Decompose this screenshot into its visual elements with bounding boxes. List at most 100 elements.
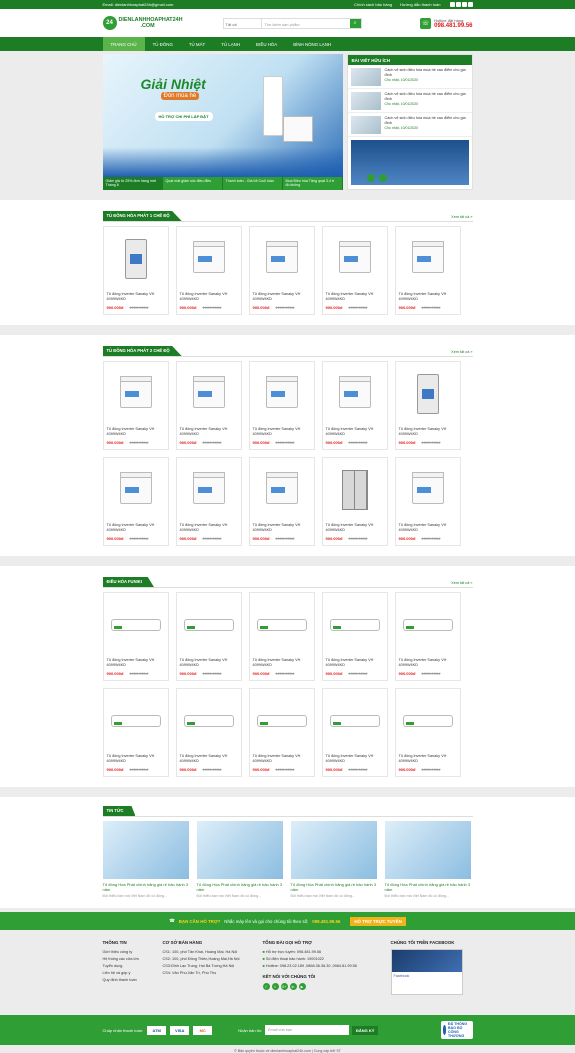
product-name[interactable]: Tủ đông Inverter Sanaky VH 4099W4KD <box>107 292 165 302</box>
product-image[interactable] <box>180 365 238 423</box>
product-image[interactable] <box>399 230 457 288</box>
product-name[interactable]: Tủ đông Inverter Sanaky VH 4099W4KD <box>180 427 238 437</box>
search-input[interactable]: Tìm kiếm sản phẩm <box>262 19 350 28</box>
view-all-link[interactable]: Xem tất cả » <box>451 350 472 356</box>
news-title[interactable]: Tủ đông Hòa Phát chính hãng giá rẻ bảo h… <box>197 882 283 892</box>
product-card[interactable]: Tủ đông Inverter Sanaky VH 4099W4KD 900.0… <box>175 361 242 450</box>
product-image[interactable] <box>399 461 457 519</box>
sidebar-post[interactable]: Cách vệ sinh điều hòa mùa hè cao điểm ch… <box>347 89 472 113</box>
news-card[interactable]: Tủ đông Hòa Phát chính hãng giá rẻ bảo h… <box>196 821 283 898</box>
product-name[interactable]: Tủ đông Inverter Sanaky VH 4099W4KD <box>326 754 384 764</box>
post-thumbnail[interactable] <box>350 68 381 86</box>
product-image[interactable] <box>180 692 238 750</box>
product-name[interactable]: Tủ đông Inverter Sanaky VH 4099W4KD <box>326 658 384 668</box>
footer-info-link[interactable]: Tuyển dụng <box>103 963 155 970</box>
product-card[interactable]: Tủ đông Inverter Sanaky VH 4099W4KD 900.0… <box>248 592 315 681</box>
news-image[interactable] <box>102 821 189 879</box>
product-card[interactable]: Tủ đông Inverter Sanaky VH 4099W4KD 900.0… <box>394 226 461 315</box>
product-card[interactable]: Tủ đông Inverter Sanaky VH 4099W4KD 900.0… <box>175 457 242 546</box>
product-image[interactable] <box>253 461 311 519</box>
product-name[interactable]: Tủ đông Inverter Sanaky VH 4099W4KD <box>326 292 384 302</box>
search-button[interactable]: ⌕ <box>349 18 361 28</box>
product-name[interactable]: Tủ đông Inverter Sanaky VH 4099W4KD <box>107 658 165 668</box>
sidebar-post[interactable]: Cách vệ sinh điều hòa mùa hè cao điểm ch… <box>347 113 472 137</box>
product-card[interactable]: Tủ đông Inverter Sanaky VH 4099W4KD 900.0… <box>394 592 461 681</box>
product-card[interactable]: Tủ đông Inverter Sanaky VH 4099W4KD 900.0… <box>321 226 388 315</box>
footer-support-item[interactable]: ■ Hotline: 098.23.02.189 ,0868.36.36.30 … <box>263 963 383 970</box>
product-card[interactable]: Tủ đông Inverter Sanaky VH 4099W4KD 900.0… <box>248 688 315 777</box>
product-image[interactable] <box>180 596 238 654</box>
product-image[interactable] <box>326 461 384 519</box>
footer-store-item[interactable]: CS4: Văn Phú,Văn Trì, Phú Thọ <box>163 970 255 977</box>
news-image[interactable] <box>290 821 377 879</box>
nav-coolers[interactable]: TỦ MÁT <box>181 37 213 51</box>
product-image[interactable] <box>180 230 238 288</box>
product-name[interactable]: Tủ đông Inverter Sanaky VH 4099W4KD <box>180 292 238 302</box>
product-image[interactable] <box>253 365 311 423</box>
product-image[interactable] <box>326 596 384 654</box>
news-card[interactable]: Tủ đông Hòa Phát chính hãng giá rẻ bảo h… <box>384 821 471 898</box>
facebook-widget[interactable]: Facebook <box>390 949 463 995</box>
promo-image[interactable] <box>350 140 469 185</box>
news-card[interactable]: Tủ đông Hòa Phát chính hãng giá rẻ bảo h… <box>102 821 189 898</box>
product-name[interactable]: Tủ đông Inverter Sanaky VH 4099W4KD <box>399 754 457 764</box>
product-card[interactable]: Tủ đông Inverter Sanaky VH 4099W4KD 900.0… <box>175 688 242 777</box>
product-name[interactable]: Tủ đông Inverter Sanaky VH 4099W4KD <box>253 523 311 533</box>
product-name[interactable]: Tủ đông Inverter Sanaky VH 4099W4KD <box>253 292 311 302</box>
product-name[interactable]: Tủ đông Inverter Sanaky VH 4099W4KD <box>253 754 311 764</box>
nav-freezers[interactable]: TỦ ĐÔNG <box>145 37 181 51</box>
sidebar-post[interactable]: Cách vệ sinh điều hòa mùa hè cao điểm ch… <box>347 65 472 89</box>
post-title[interactable]: Cách vệ sinh điều hòa mùa hè cao điểm ch… <box>385 68 469 78</box>
product-name[interactable]: Tủ đông Inverter Sanaky VH 4099W4KD <box>107 427 165 437</box>
product-image[interactable] <box>107 692 165 750</box>
footer-store-item[interactable]: CS2: 100, phố Đông Thiên,Hoàng Mai,Hà Nộ… <box>163 956 255 963</box>
product-image[interactable] <box>107 230 165 288</box>
twitter-icon[interactable] <box>455 1 461 7</box>
product-image[interactable] <box>253 692 311 750</box>
social-icon[interactable]: ▶ <box>298 983 306 990</box>
facebook-icon[interactable] <box>449 1 455 7</box>
footer-support-item[interactable]: ■ Hỗ trợ trực tuyến: 098.481.99.56 <box>263 949 383 956</box>
warranty-link[interactable]: Chính sách bảo hàng <box>354 2 392 7</box>
slider-tab[interactable]: Quạt mát giảm sốc điều điều <box>162 177 223 190</box>
product-card[interactable]: Tủ đông Inverter Sanaky VH 4099W4KD 900.0… <box>175 226 242 315</box>
footer-info-link[interactable]: Liên hệ và góp ý <box>103 970 155 977</box>
nav-air-conditioners[interactable]: ĐIỀU HÒA <box>248 37 285 51</box>
product-name[interactable]: Tủ đông Inverter Sanaky VH 4099W4KD <box>399 523 457 533</box>
footer-info-link[interactable]: Hệ thống các cửa lớn <box>103 956 155 963</box>
slider-tab[interactable]: Giảm giá từ 25% đơn hàng mới Tháng 8 <box>102 177 163 190</box>
top-email[interactable]: Email: dienlanhhoaphat24h@gmail.com <box>103 2 174 7</box>
product-card[interactable]: Tủ đông Inverter Sanaky VH 4099W4KD 900.0… <box>321 688 388 777</box>
social-icon[interactable]: t <box>271 983 279 990</box>
product-name[interactable]: Tủ đông Inverter Sanaky VH 4099W4KD <box>399 658 457 668</box>
view-all-link[interactable]: Xem tất cả » <box>451 581 472 587</box>
product-card[interactable]: Tủ đông Inverter Sanaky VH 4099W4KD 900.0… <box>102 592 169 681</box>
product-image[interactable] <box>326 230 384 288</box>
support-phone[interactable]: 098.481.99.56 <box>312 919 340 924</box>
product-card[interactable]: Tủ đông Inverter Sanaky VH 4099W4KD 900.0… <box>321 592 388 681</box>
prev-icon[interactable] <box>366 174 375 182</box>
product-card[interactable]: Tủ đông Inverter Sanaky VH 4099W4KD 900.0… <box>102 457 169 546</box>
view-all-link[interactable]: Xem tất cả » <box>451 215 472 221</box>
product-name[interactable]: Tủ đông Inverter Sanaky VH 4099W4KD <box>399 292 457 302</box>
product-name[interactable]: Tủ đông Inverter Sanaky VH 4099W4KD <box>253 658 311 668</box>
product-image[interactable] <box>107 365 165 423</box>
nav-water-heaters[interactable]: BÌNH NÓNG LẠNH <box>285 37 339 51</box>
product-card[interactable]: Tủ đông Inverter Sanaky VH 4099W4KD 900.0… <box>394 688 461 777</box>
product-card[interactable]: Tủ đông Inverter Sanaky VH 4099W4KD 900.0… <box>175 592 242 681</box>
news-card[interactable]: Tủ đông Hòa Phát chính hãng giá rẻ bảo h… <box>290 821 377 898</box>
news-title[interactable]: Tủ đông Hòa Phát chính hãng giá rẻ bảo h… <box>385 882 471 892</box>
nav-fridges[interactable]: TỦ LẠNH <box>213 37 248 51</box>
footer-info-link[interactable]: Quy định thanh toán <box>103 977 155 984</box>
product-card[interactable]: Tủ đông Inverter Sanaky VH 4099W4KD 900.0… <box>102 361 169 450</box>
hotline-number[interactable]: 098.481.99.56 <box>434 23 472 29</box>
product-name[interactable]: Tủ đông Inverter Sanaky VH 4099W4KD <box>107 523 165 533</box>
hero-slider[interactable]: Giải Nhiệt Đón mùa hè HỖ TRỢ CHI PHÍ LẮP… <box>102 54 343 190</box>
news-image[interactable] <box>384 821 471 879</box>
product-name[interactable]: Tủ đông Inverter Sanaky VH 4099W4KD <box>180 523 238 533</box>
product-name[interactable]: Tủ đông Inverter Sanaky VH 4099W4KD <box>180 658 238 668</box>
next-icon[interactable] <box>378 174 387 182</box>
footer-info-link[interactable]: Giới thiệu công ty <box>103 949 155 956</box>
post-thumbnail[interactable] <box>350 116 381 134</box>
product-card[interactable]: Tủ đông Inverter Sanaky VH 4099W4KD 900.0… <box>102 226 169 315</box>
